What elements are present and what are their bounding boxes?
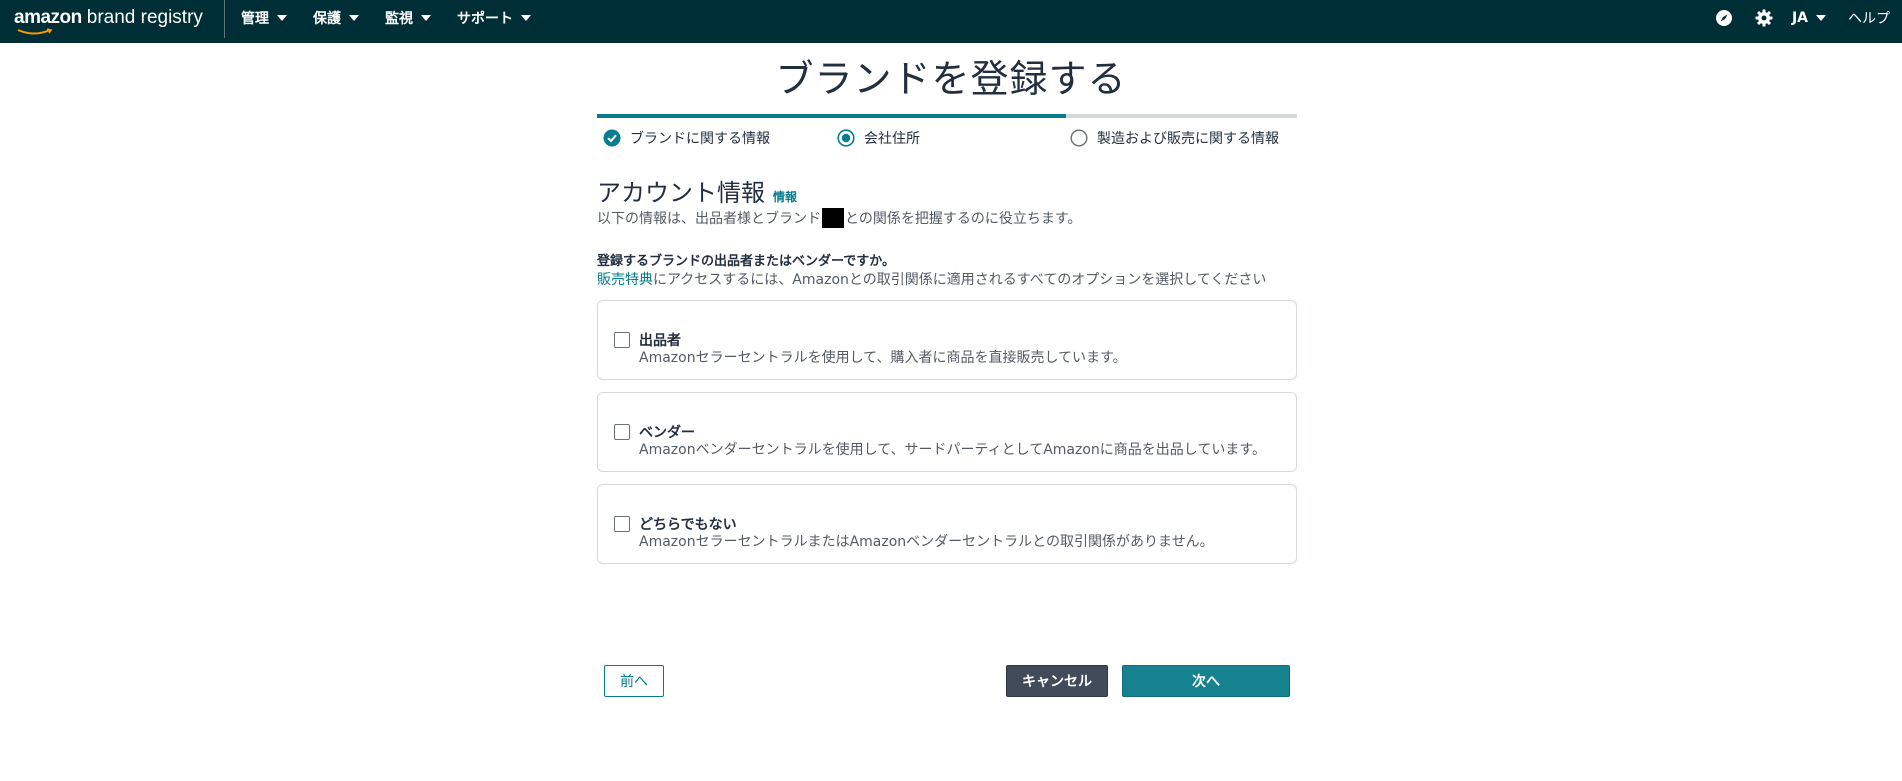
amazon-smile-icon: [17, 28, 53, 35]
nav-menu-protect[interactable]: 保護: [313, 8, 359, 28]
nav-divider: [224, 0, 225, 38]
neither-checkbox[interactable]: [614, 516, 630, 532]
option-card-seller[interactable]: 出品者 Amazonセラーセントラルを使用して、購入者に商品を直接販売しています…: [597, 300, 1297, 380]
section-header: アカウント情報 情報: [597, 173, 797, 208]
progress-track: [597, 114, 1297, 118]
option-description: AmazonセラーセントラルまたはAmazonベンダーセントラルとの取引関係があ…: [639, 534, 1214, 550]
help-link[interactable]: ヘルプ: [1848, 8, 1890, 28]
chevron-down-icon: [1816, 14, 1826, 21]
nav-menu-monitor[interactable]: 監視: [385, 8, 431, 28]
vendor-checkbox[interactable]: [614, 424, 630, 440]
page-title: ブランドを登録する: [775, 57, 1127, 101]
nav-menu-label: サポート: [457, 10, 513, 27]
sales-benefits-link[interactable]: 販売特典: [597, 272, 653, 288]
chevron-down-icon: [349, 14, 359, 21]
language-label: JA: [1791, 9, 1808, 26]
section-description: 以下の情報は、出品者様とブランド との関係を把握するのに役立ちます。: [597, 208, 1081, 228]
chevron-down-icon: [521, 14, 531, 21]
nav-right-actions: JA ヘルプ: [1694, 0, 1890, 35]
logo-product-text: brand registry: [86, 7, 203, 28]
nav-menu: 管理 保護 監視 サポート: [241, 0, 557, 35]
radio-selected-icon: [837, 129, 855, 147]
info-link[interactable]: 情報: [773, 188, 797, 205]
seller-checkbox[interactable]: [614, 332, 630, 348]
nav-menu-support[interactable]: サポート: [457, 8, 531, 28]
nav-menu-label: 監視: [385, 10, 413, 27]
brand-registry-logo[interactable]: amazon brand registry: [14, 7, 203, 35]
check-circle-icon: [603, 129, 621, 147]
logo-amazon-text: amazon: [14, 7, 82, 28]
seller-vendor-question: 登録するブランドの出品者またはベンダーですか。: [597, 254, 895, 269]
question-hint: 販売特典にアクセスするには、Amazonとの取引関係に適用されるすべてのオプショ…: [597, 269, 1266, 289]
step-label: ブランドに関する情報: [630, 131, 770, 147]
progress-steps: ブランドに関する情報 会社住所 製造および販売に関する情報: [597, 128, 1297, 150]
compass-icon[interactable]: [1714, 8, 1734, 28]
option-description: Amazonセラーセントラルを使用して、購入者に商品を直接販売しています。: [639, 350, 1127, 366]
description-text-after: との関係を把握するのに役立ちます。: [845, 211, 1082, 227]
language-selector[interactable]: JA: [1792, 10, 1826, 26]
step-company-address: 会社住所: [837, 128, 920, 148]
step-label: 会社住所: [864, 131, 920, 147]
option-description: Amazonベンダーセントラルを使用して、サードパーティとしてAmazonに商品…: [639, 442, 1266, 458]
option-card-neither[interactable]: どちらでもない AmazonセラーセントラルまたはAmazonベンダーセントラル…: [597, 484, 1297, 564]
redacted-brand-name: [822, 208, 844, 228]
option-card-vendor[interactable]: ベンダー Amazonベンダーセントラルを使用して、サードパーティとしてAmaz…: [597, 392, 1297, 472]
section-title: アカウント情報: [597, 179, 765, 207]
step-manufacturing-info: 製造および販売に関する情報: [1070, 128, 1279, 148]
radio-empty-icon: [1070, 129, 1088, 147]
nav-menu-manage[interactable]: 管理: [241, 8, 287, 28]
nav-menu-label: 管理: [241, 10, 269, 27]
step-brand-info: ブランドに関する情報: [603, 128, 770, 148]
nav-menu-label: 保護: [313, 10, 341, 27]
gear-icon[interactable]: [1754, 8, 1774, 28]
step-label: 製造および販売に関する情報: [1097, 131, 1279, 147]
hint-text: にアクセスするには、Amazonとの取引関係に適用されるすべてのオプションを選択…: [653, 272, 1267, 288]
chevron-down-icon: [277, 14, 287, 21]
progress-fill: [597, 114, 1066, 118]
top-navigation: amazon brand registry 管理 保護 監視 サポート JA ヘ…: [0, 0, 1902, 43]
cancel-button[interactable]: キャンセル: [1006, 665, 1108, 697]
chevron-down-icon: [421, 14, 431, 21]
next-button[interactable]: 次へ: [1122, 665, 1290, 697]
previous-button[interactable]: 前へ: [604, 665, 664, 697]
description-text-before: 以下の情報は、出品者様とブランド: [597, 211, 821, 227]
